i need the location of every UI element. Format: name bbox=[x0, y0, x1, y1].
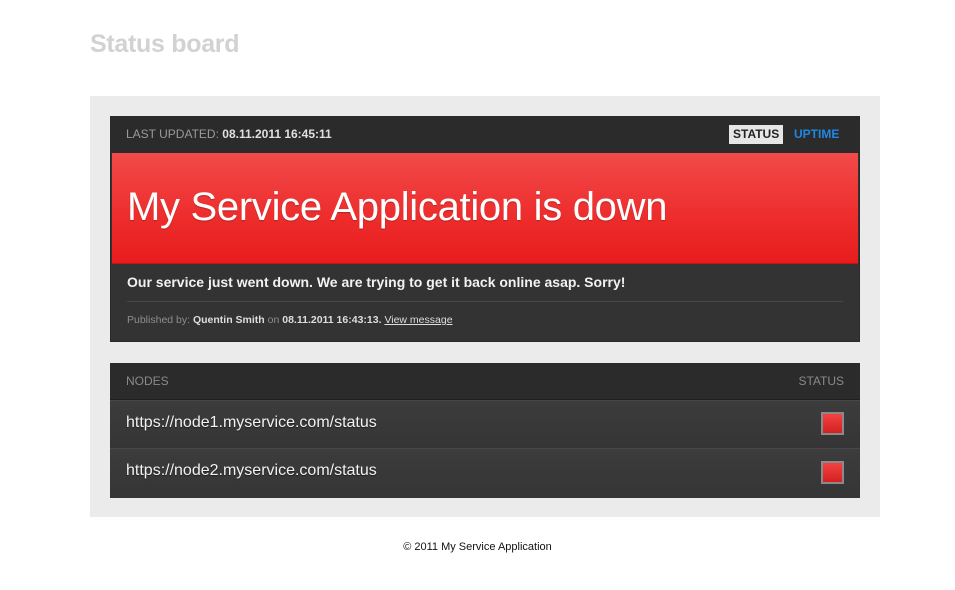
tab-uptime[interactable]: UPTIME bbox=[794, 125, 839, 144]
last-updated-value: 08.11.2011 16:45:11 bbox=[222, 127, 332, 141]
last-updated: LAST UPDATED: 08.11.2011 16:45:11 bbox=[126, 127, 332, 141]
tab-status[interactable]: STATUS bbox=[729, 125, 784, 144]
status-banner: My Service Application is down bbox=[112, 153, 858, 264]
message-divider bbox=[127, 301, 843, 302]
status-panel: LAST UPDATED: 08.11.2011 16:45:11 STATUS… bbox=[90, 96, 880, 517]
published-by-label: Published by: bbox=[127, 314, 191, 326]
status-board-page: Status board LAST UPDATED: 08.11.2011 16… bbox=[0, 0, 955, 590]
status-message: Our service just went down. We are tryin… bbox=[127, 274, 626, 290]
node-status-indicator bbox=[821, 461, 844, 484]
node-status-indicator bbox=[821, 412, 844, 435]
node-url: https://node2.myservice.com/status bbox=[126, 462, 377, 479]
column-header-status: STATUS bbox=[798, 374, 844, 388]
table-row: https://node2.myservice.com/status bbox=[110, 448, 860, 498]
status-card-header: LAST UPDATED: 08.11.2011 16:45:11 STATUS… bbox=[110, 116, 860, 153]
table-row: https://node1.myservice.com/status bbox=[110, 400, 860, 449]
published-date: 08.11.2011 16:43:13. bbox=[282, 314, 382, 326]
column-header-nodes: NODES bbox=[126, 374, 169, 388]
page-title: Status board bbox=[90, 30, 240, 58]
nodes-table: NODES STATUS https://node1.myservice.com… bbox=[110, 363, 860, 498]
node-url: https://node1.myservice.com/status bbox=[126, 414, 377, 431]
published-info: Published by: Quentin Smith on 08.11.201… bbox=[127, 314, 453, 326]
published-on-label: on bbox=[267, 314, 280, 326]
last-updated-label: LAST UPDATED: bbox=[126, 127, 219, 141]
status-card: LAST UPDATED: 08.11.2011 16:45:11 STATUS… bbox=[110, 116, 860, 342]
author-name: Quentin Smith bbox=[192, 314, 265, 326]
status-banner-title: My Service Application is down bbox=[127, 185, 668, 229]
view-message-link[interactable]: View message bbox=[384, 314, 452, 326]
footer-copyright: © 2011 My Service Application bbox=[403, 541, 552, 553]
nodes-table-header: NODES STATUS bbox=[110, 363, 860, 400]
